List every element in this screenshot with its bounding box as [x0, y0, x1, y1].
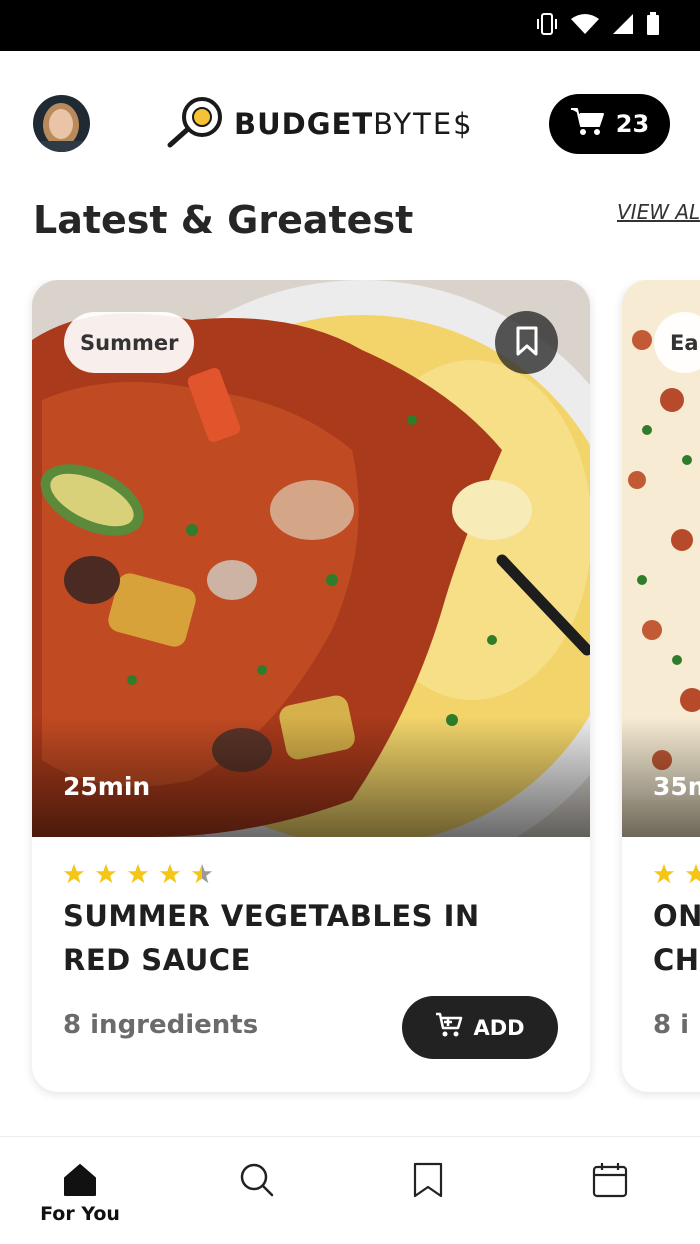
ingredient-count: 8 i [653, 1010, 690, 1040]
brand-wordmark-light: BYTE$ [373, 107, 474, 141]
bookmark-icon [413, 1162, 443, 1198]
nav-item-search[interactable] [197, 1137, 317, 1244]
brand-wordmark: BUDGET BYTE$ [234, 107, 474, 141]
star-rating [63, 863, 213, 889]
ingredient-count: 8 ingredients [63, 1010, 259, 1040]
user-avatar[interactable] [33, 95, 90, 152]
cook-time: 35m [653, 772, 700, 801]
star-icon [95, 863, 117, 889]
bookmark-button[interactable] [495, 311, 558, 374]
search-icon [239, 1163, 275, 1197]
calendar-icon [592, 1163, 628, 1198]
recipe-card[interactable]: Summer 25min SUMMER VEGETABLES IN RED SA… [32, 280, 590, 1092]
recipe-image[interactable]: Summer 25min [32, 280, 590, 837]
nav-item-for-you[interactable]: For You [20, 1137, 140, 1244]
recipe-title[interactable]: SUMMER VEGETABLES IN RED SAUCE [63, 894, 543, 982]
cook-time: 25min [63, 772, 151, 801]
half-star-icon [191, 863, 213, 889]
add-to-cart-button[interactable]: ADD [402, 996, 558, 1059]
recipe-card[interactable]: Ea 35m ON CH 8 i [622, 280, 700, 1092]
home-icon [62, 1163, 98, 1197]
cart-plus-icon [435, 1012, 463, 1043]
brand-logo: BUDGET BYTE$ [166, 96, 474, 152]
frying-pan-icon [166, 95, 228, 153]
wifi-icon [570, 13, 600, 39]
star-icon [127, 863, 149, 889]
status-icons [536, 12, 660, 40]
battery-icon [646, 12, 660, 40]
cart-count: 23 [615, 110, 650, 138]
star-icon [685, 863, 700, 889]
nav-label-for-you: For You [40, 1203, 120, 1225]
star-icon [653, 863, 675, 889]
cart-icon [570, 106, 606, 142]
view-all-link[interactable]: VIEW ALL [617, 200, 700, 224]
star-icon [63, 863, 85, 889]
section-title: Latest & Greatest [33, 198, 414, 242]
add-label: ADD [473, 1015, 525, 1040]
star-rating [653, 863, 700, 889]
cart-button[interactable]: 23 [549, 94, 670, 154]
nav-item-saved[interactable] [368, 1137, 488, 1244]
status-bar [0, 0, 700, 51]
star-icon [159, 863, 181, 889]
recipe-title[interactable]: ON CH [653, 894, 700, 982]
bottom-navigation: For You [0, 1136, 700, 1244]
nav-item-planner[interactable] [550, 1137, 670, 1244]
brand-wordmark-strong: BUDGET [234, 107, 374, 141]
vibrate-icon [536, 12, 558, 40]
recipe-image[interactable]: Ea 35m [622, 280, 700, 837]
recipe-carousel[interactable]: Summer 25min SUMMER VEGETABLES IN RED SA… [0, 280, 700, 1100]
season-tag: Summer [64, 312, 195, 373]
app-header: BUDGET BYTE$ 23 [0, 51, 700, 197]
signal-icon [612, 13, 634, 39]
bookmark-icon [516, 326, 538, 360]
